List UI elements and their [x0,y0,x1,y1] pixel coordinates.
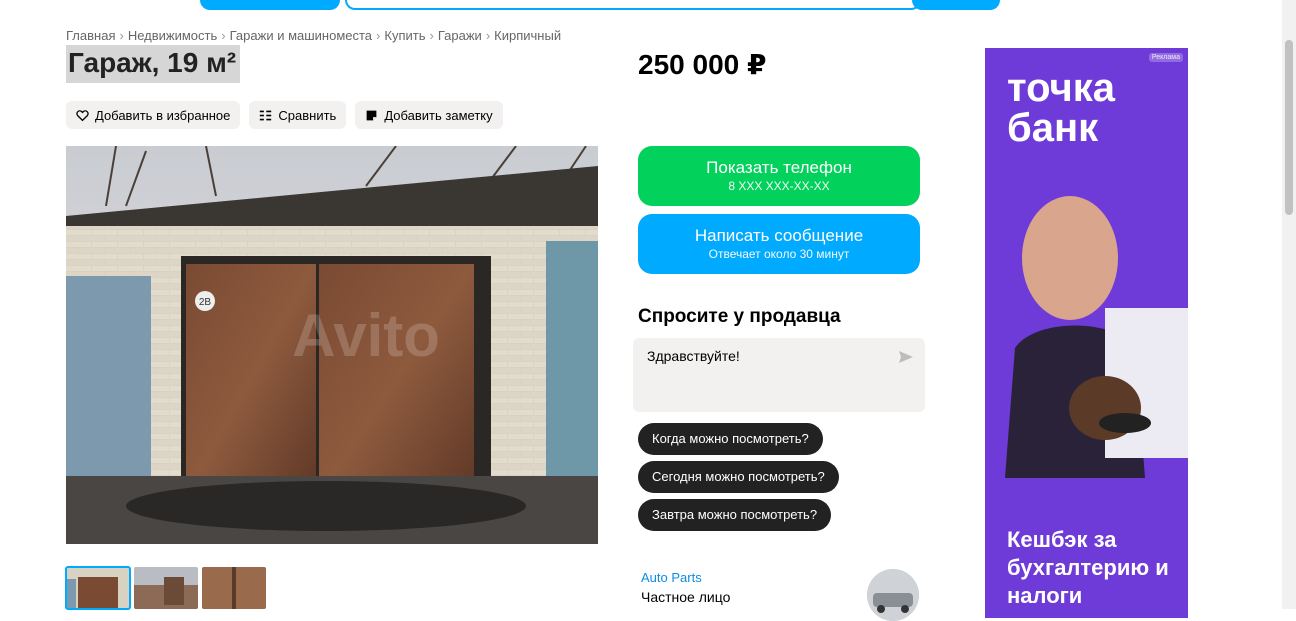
message-text: Здравствуйте! [647,348,740,364]
compare-button[interactable]: Сравнить [249,101,347,129]
write-message-label: Написать сообщение [694,226,864,245]
send-icon[interactable] [898,349,914,365]
thumbnail-image [134,567,198,609]
note-icon [366,110,377,120]
thumbnail-image [202,567,266,609]
thumbnail[interactable] [65,566,131,610]
ad-badge: Реклама [1148,53,1183,62]
message-input[interactable]: Здравствуйте! [633,338,925,412]
avatar-image [867,569,919,621]
show-phone-label: Показать телефон [706,158,852,177]
quick-reply-tomorrow[interactable]: Завтра можно посмотреть? [638,499,832,531]
ad-brand: точка банк [1007,66,1115,150]
breadcrumb-separator: › [429,28,434,43]
watermark-label: Avito [292,302,440,369]
catalog-button[interactable] [200,0,340,10]
thumbnail-image [66,567,130,609]
add-note-label: Добавить заметку [384,107,493,123]
main-photo[interactable]: 2B Avito [66,146,598,544]
ad-text: Кешбэк за бухгалтерию и налоги [1007,527,1169,608]
compare-label: Сравнить [278,107,337,123]
door-number-label: 2B [199,297,212,308]
title-selection: Гараж, 19 м² [66,45,241,83]
breadcrumb-realty[interactable]: Недвижимость [128,28,217,43]
scrollbar[interactable] [1282,0,1296,609]
breadcrumb-separator: › [221,28,226,43]
listing-actions: Добавить в избранное Сравнить Добавить з… [66,101,503,129]
breadcrumb-garages-parking[interactable]: Гаражи и машиноместа [230,28,372,43]
thumbnail-strip [65,566,266,610]
ad-banner[interactable]: Реклама точка банк Кешбэк за бухгалтерию… [985,48,1188,618]
quick-reply-today[interactable]: Сегодня можно посмотреть? [638,461,839,493]
breadcrumb-garages[interactable]: Гаражи [438,28,482,43]
phone-mask: 8 XXX XXX-XX-XX [728,179,830,193]
search-input[interactable] [345,0,921,10]
compare-icon [260,110,272,120]
write-message-button[interactable]: Написать сообщение Отвечает около 30 мин… [638,214,920,274]
scrollbar-thumb[interactable] [1285,40,1293,215]
breadcrumb: Главная › Недвижимость › Гаражи и машиномест… [66,28,561,43]
garage-photo: 2B Avito [66,146,598,544]
show-phone-button[interactable]: Показать телефон 8 XXX XXX-XX-XX [638,146,920,206]
add-note-button[interactable]: Добавить заметку [355,101,503,129]
thumbnail[interactable] [202,567,266,609]
breadcrumb-separator: › [376,28,381,43]
seller-name-link[interactable]: Auto Parts [641,570,702,585]
search-button[interactable] [912,0,1000,10]
breadcrumb-buy[interactable]: Купить [384,28,425,43]
seller-avatar[interactable] [867,569,919,621]
breadcrumb-separator: › [485,28,491,43]
add-favorite-label: Добавить в избранное [95,107,231,123]
price: 250 000 ₽ [638,49,767,80]
breadcrumb-brick[interactable]: Кирпичный [494,28,561,43]
add-favorite-button[interactable]: Добавить в избранное [66,101,241,129]
breadcrumb-separator: › [119,28,124,43]
response-time: Отвечает около 30 минут [708,247,850,261]
heart-icon [76,109,89,121]
quick-reply-when[interactable]: Когда можно посмотреть? [638,423,823,455]
breadcrumb-home[interactable]: Главная [66,28,115,43]
thumbnail[interactable] [134,567,198,609]
ad-image [1005,196,1188,478]
seller-type: Частное лицо [641,589,731,605]
page-title: Гараж, 19 м² [68,47,237,78]
ask-seller-title: Спросите у продавца [638,306,841,327]
